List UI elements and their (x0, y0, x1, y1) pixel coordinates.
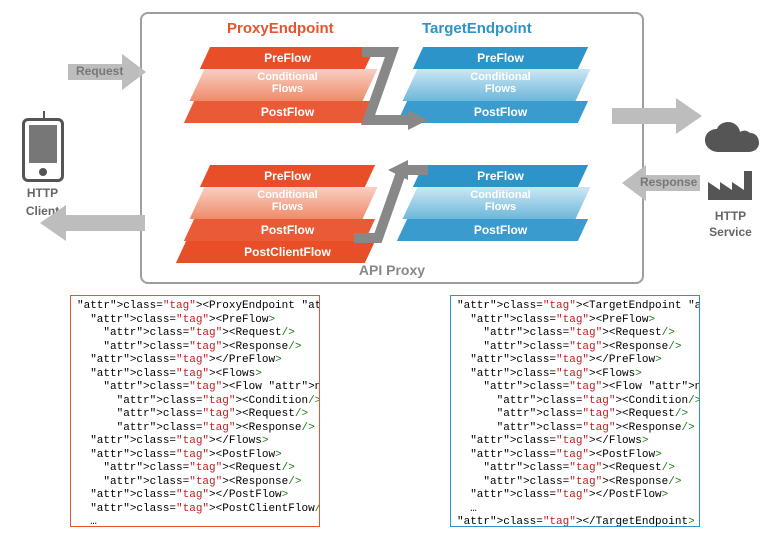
flow-label: Flows (485, 83, 516, 95)
response-arrow-out (40, 205, 145, 241)
factory-icon (706, 167, 756, 202)
proxy-response-stack: PreFlow Conditional Flows PostFlow PostC… (205, 165, 370, 263)
flow-label: PostFlow (418, 101, 583, 121)
flow-label: PostClientFlow (205, 241, 370, 261)
flow-label: Flows (272, 201, 303, 213)
flow-label: PostFlow (418, 219, 583, 239)
target-endpoint-xml: "attr">class="tag"><TargetEndpoint "attr… (450, 295, 700, 527)
flow-label: Conditional (257, 189, 318, 201)
flow-label: Conditional (470, 71, 531, 83)
request-arrow-out (612, 98, 702, 134)
flow-label: Conditional (257, 71, 318, 83)
flow-label: Flows (485, 201, 516, 213)
flow-label: Conditional (470, 189, 531, 201)
flow-label: PostFlow (205, 219, 370, 239)
flow-label: PostFlow (205, 101, 370, 121)
api-proxy-label: API Proxy (142, 262, 642, 278)
client-label-1: HTTP (15, 186, 70, 200)
response-label: Response (640, 175, 697, 189)
flow-label: PreFlow (205, 165, 370, 185)
flow-label: Flows (272, 83, 303, 95)
target-request-stack: PreFlow Conditional Flows PostFlow (418, 47, 583, 123)
http-client: HTTP Client (15, 118, 70, 218)
request-label: Request (76, 64, 123, 78)
http-service: HTTP Service (688, 122, 773, 239)
flow-label: PreFlow (418, 165, 583, 185)
proxy-endpoint-xml: "attr">class="tag"><ProxyEndpoint "attr"… (70, 295, 320, 527)
proxy-request-stack: PreFlow Conditional Flows PostFlow (205, 47, 370, 123)
target-response-stack: PreFlow Conditional Flows PostFlow (418, 165, 583, 241)
phone-icon (22, 118, 64, 182)
diagram-canvas: ProxyEndpoint TargetEndpoint API Proxy H… (10, 10, 773, 535)
service-label-2: Service (688, 225, 773, 239)
proxy-endpoint-title: ProxyEndpoint (227, 20, 334, 37)
flow-label: PreFlow (205, 47, 370, 67)
cloud-icon (701, 122, 761, 162)
flow-label: PreFlow (418, 47, 583, 67)
service-label-1: HTTP (688, 209, 773, 223)
target-endpoint-title: TargetEndpoint (422, 20, 532, 37)
